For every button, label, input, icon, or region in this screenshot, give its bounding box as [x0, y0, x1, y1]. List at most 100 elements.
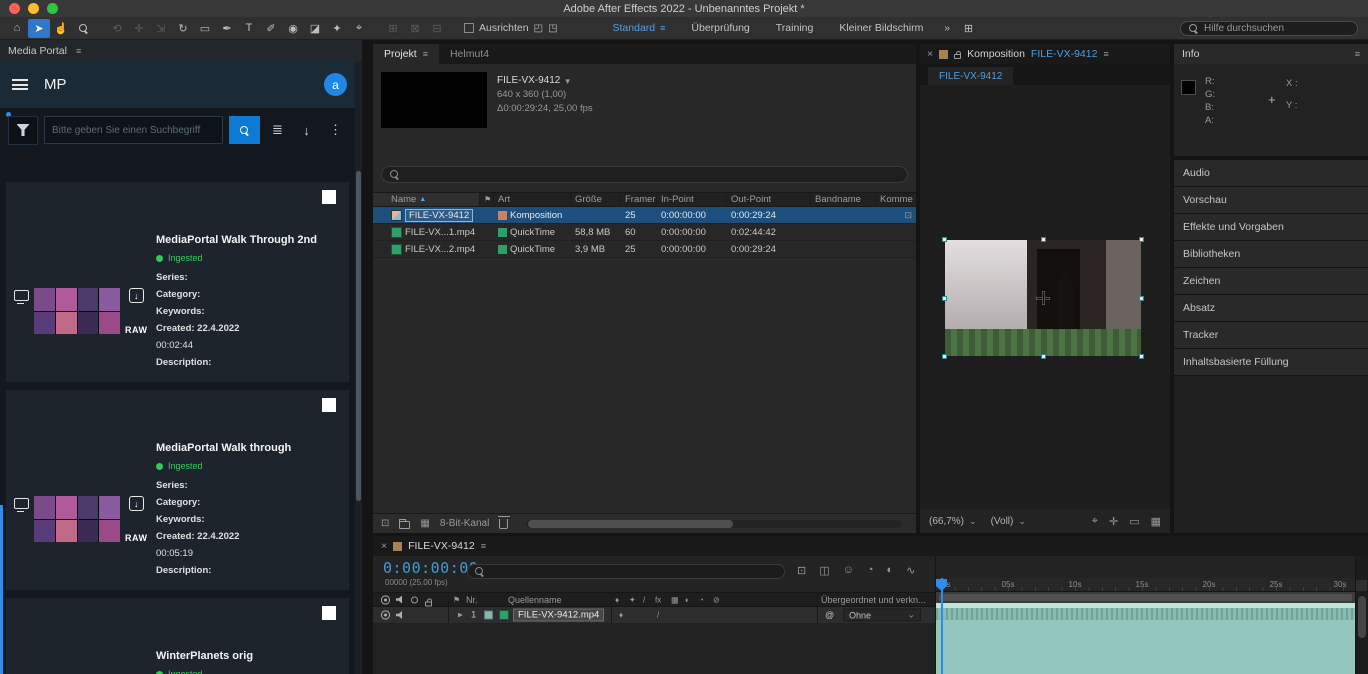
maximize-button[interactable]: [47, 3, 58, 14]
switch-collapse-icon[interactable]: ✦: [629, 595, 636, 604]
hamburger-menu-icon[interactable]: [12, 79, 28, 90]
resolution-dropdown[interactable]: (Voll) ⌄: [991, 516, 1026, 527]
thumbnail-strip[interactable]: [34, 496, 120, 542]
composition-tab-name[interactable]: FILE-VX-9412: [1031, 48, 1098, 60]
timeline-tab-name[interactable]: FILE-VX-9412: [408, 540, 475, 552]
transform-handle[interactable]: [942, 296, 947, 301]
rotation-tool[interactable]: ↻: [172, 19, 194, 38]
item-name[interactable]: FILE-VX-9412: [405, 209, 473, 222]
workspace-tab-ueberpruefung[interactable]: Überprüfung: [678, 22, 762, 34]
workspace-tab-kleiner-bildschirm[interactable]: Kleiner Bildschirm: [826, 22, 936, 34]
composition-tab-label[interactable]: Komposition: [967, 48, 1025, 60]
info-panel-title[interactable]: Info: [1182, 48, 1200, 60]
column-source-name-label[interactable]: Quellenname: [508, 595, 562, 605]
column-header-out-point[interactable]: Out-Point: [727, 193, 811, 206]
panel-menu-icon[interactable]: ≡: [1103, 49, 1108, 59]
work-area-bar[interactable]: [936, 592, 1355, 603]
table-row[interactable]: FILE-VX...2.mp4 QuickTime 3,9 MB 25 0:00…: [373, 241, 916, 258]
dolly-camera-tool[interactable]: ⇲: [150, 19, 172, 38]
panel-tab-vorschau[interactable]: Vorschau: [1174, 187, 1368, 213]
timeline-search-input[interactable]: [489, 567, 777, 577]
new-folder-icon[interactable]: [399, 521, 410, 529]
panel-tab-absatz[interactable]: Absatz: [1174, 295, 1368, 321]
pan-camera-tool[interactable]: ✛: [128, 19, 150, 38]
panel-tab-tracker[interactable]: Tracker: [1174, 322, 1368, 348]
panel-menu-icon[interactable]: ≡: [1355, 49, 1360, 59]
column-header-kommentar[interactable]: Komme: [876, 193, 916, 206]
layer-duration-bar[interactable]: [936, 603, 1355, 674]
workspace-tab-standard[interactable]: Standard ≡: [600, 22, 679, 34]
bit-depth-label[interactable]: 8-Bit-Kanal: [440, 518, 489, 529]
help-search-input[interactable]: [1204, 23, 1349, 34]
column-header-in-point[interactable]: In-Point: [657, 193, 727, 206]
transparency-grid-icon[interactable]: ▦: [1151, 515, 1161, 528]
eraser-tool[interactable]: ◪: [304, 19, 326, 38]
lock-icon[interactable]: [425, 601, 432, 606]
selected-layer-frame[interactable]: [945, 240, 1141, 356]
list-view-button[interactable]: ≣: [266, 116, 289, 144]
layer-name[interactable]: FILE-VX-9412.mp4: [513, 609, 604, 622]
draft-3d-icon[interactable]: ◫: [819, 564, 829, 577]
zoom-tool[interactable]: [72, 19, 94, 38]
label-flag-icon[interactable]: ⚑: [453, 595, 460, 604]
composition-flowchart-icon[interactable]: ⊡: [797, 564, 806, 577]
zoom-dropdown[interactable]: (66,7%) ⌄: [929, 516, 977, 527]
pen-tool[interactable]: ✒: [216, 19, 238, 38]
column-header-art[interactable]: Art: [494, 193, 571, 206]
parent-pickwhip-icon[interactable]: @: [825, 610, 834, 620]
media-search-input[interactable]: [44, 116, 223, 144]
minimize-button[interactable]: [28, 3, 39, 14]
home-icon[interactable]: ⌂: [6, 19, 28, 38]
transform-handle[interactable]: [1041, 354, 1046, 359]
transform-handle[interactable]: [1139, 237, 1144, 242]
media-card[interactable]: ↓ RAW MediaPortal Walk through Ingested …: [6, 390, 349, 590]
column-header-bandname[interactable]: Bandname: [811, 193, 876, 206]
panel-tab-zeichen[interactable]: Zeichen: [1174, 268, 1368, 294]
trash-icon[interactable]: [499, 519, 508, 529]
panel-menu-icon[interactable]: ≡: [481, 541, 486, 551]
column-parent-label[interactable]: Übergeordnet und verkn...: [821, 595, 926, 605]
column-nr-label[interactable]: Nr.: [466, 595, 478, 605]
orbit-camera-tool[interactable]: ⟲: [106, 19, 128, 38]
playhead-line[interactable]: [941, 578, 943, 674]
column-header-label[interactable]: ⚑: [480, 193, 494, 206]
switch-motion-blur-icon[interactable]: ◐: [685, 595, 690, 604]
eye-icon[interactable]: [381, 595, 390, 604]
download-button[interactable]: ↓: [295, 116, 318, 144]
column-header-groesse[interactable]: Größe: [571, 193, 621, 206]
graph-editor-icon[interactable]: ∿: [906, 564, 915, 577]
close-icon[interactable]: ×: [381, 540, 387, 552]
scrollbar[interactable]: [355, 61, 362, 674]
thumbnail-strip[interactable]: [34, 288, 120, 334]
table-row[interactable]: FILE-VX-9412 Komposition 25 0:00:00:00 0…: [373, 207, 916, 224]
project-search-input[interactable]: [405, 169, 899, 180]
card-checkbox[interactable]: [322, 190, 336, 204]
motion-blur-icon[interactable]: ◐: [887, 564, 894, 577]
close-icon[interactable]: ×: [927, 48, 933, 60]
expander-icon[interactable]: ▸: [458, 610, 463, 621]
axis-local-icon[interactable]: ⊞: [382, 19, 404, 38]
region-of-interest-icon[interactable]: ▭: [1129, 515, 1139, 528]
selection-tool[interactable]: ➤: [28, 19, 50, 38]
workspace-overflow-icon[interactable]: »: [936, 23, 958, 34]
close-button[interactable]: [9, 3, 20, 14]
horizontal-scrollbar[interactable]: [526, 520, 902, 528]
time-ruler[interactable]: 00s 05s 10s 15s 20s 25s 30s: [936, 578, 1355, 592]
switch-quality-icon[interactable]: /: [643, 595, 645, 604]
scrollbar-thumb[interactable]: [528, 520, 733, 528]
panel-tab-bibliotheken[interactable]: Bibliotheken: [1174, 241, 1368, 267]
switch-3d-icon[interactable]: ⊘: [713, 595, 720, 604]
audio-icon[interactable]: [396, 611, 404, 619]
clone-stamp-tool[interactable]: ◉: [282, 19, 304, 38]
transform-handle[interactable]: [942, 354, 947, 359]
switch-frame-blend-icon[interactable]: ▦: [671, 595, 679, 604]
avatar[interactable]: a: [324, 73, 347, 96]
marker-bin-icon[interactable]: [1356, 580, 1367, 591]
interpret-footage-icon[interactable]: ⊡: [381, 518, 389, 529]
tab-projekt[interactable]: Projekt ≡: [373, 44, 439, 64]
composition-viewer[interactable]: [920, 85, 1170, 509]
column-header-framerate[interactable]: Framerate: [621, 193, 657, 206]
workspace-menu-icon[interactable]: ≡: [660, 23, 665, 33]
column-header-name[interactable]: Name ▲: [373, 193, 480, 206]
snap-option-icon[interactable]: ◰: [534, 23, 543, 34]
